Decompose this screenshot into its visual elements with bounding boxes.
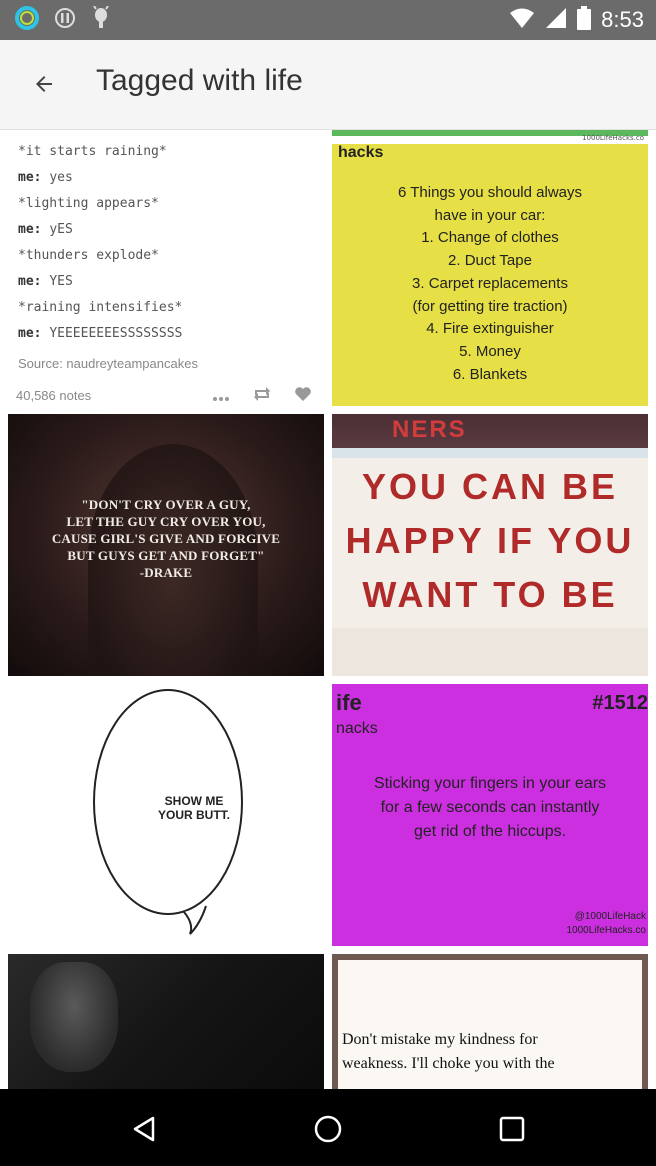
quote-line: "DON'T CRY OVER A GUY, (81, 497, 251, 512)
nav-home-button[interactable] (306, 1107, 350, 1151)
battery-icon (577, 6, 592, 34)
life-hacks-logo-sub: nacks (336, 720, 378, 737)
post-notes[interactable]: 40,586 notes (16, 388, 91, 403)
bubble-text: SHOW ME YOUR BUTT. (158, 794, 230, 822)
quote-line: CAUSE GIRL'S GIVE AND FORGIVE (51, 531, 281, 546)
sign-bottom (332, 628, 648, 676)
nav-home-icon (314, 1115, 342, 1143)
life-hacks-car-tile[interactable]: 1000LifeHacks.co hacks 6 Things you shou… (332, 130, 648, 406)
sign-top: NERS (332, 414, 648, 448)
arrow-back-icon (36, 76, 52, 92)
post-source[interactable]: Source: naudreyteampancakes (18, 356, 198, 371)
status-system: 8:53 (509, 6, 644, 34)
hack-line: get rid of the hiccups. (413, 823, 567, 840)
page-title: Tagged with life (96, 64, 303, 97)
status-notifications (14, 5, 112, 35)
quote-line: Don't mistake my kindness for (342, 1031, 538, 1048)
sky (332, 448, 648, 458)
app-bar: Tagged with life (0, 40, 656, 130)
yellow-card: hacks 6 Things you should always have in… (332, 144, 648, 406)
hack-number: #1512 (592, 692, 648, 714)
post-actions (212, 386, 312, 406)
hack-line: for a few seconds can instantly (380, 799, 600, 816)
post-line: me: yes (18, 170, 73, 185)
list-item: 4. Fire extinguisher (426, 320, 554, 338)
life-hacks-logo: hacks (338, 144, 384, 161)
sign-board: YOU CAN BE HAPPY IF YOU WANT TO BE (332, 458, 648, 628)
sign-line: HAPPY IF YOU (345, 520, 635, 561)
status-time: 8:53 (601, 7, 644, 32)
kindness-quote-tile[interactable]: Don't mistake my kindness for weakness. … (332, 954, 648, 1089)
ring-app-icon (14, 5, 40, 35)
more-icon[interactable] (212, 387, 230, 406)
hack-line: Sticking your fingers in your ears (373, 775, 607, 792)
sign-line: WANT TO BE (362, 574, 618, 615)
person-photo (30, 962, 118, 1072)
list-item: 6 Things you should always (398, 184, 582, 201)
dark-photo-tile[interactable] (8, 954, 324, 1089)
nav-recents-icon (499, 1116, 525, 1142)
navigation-bar (0, 1089, 656, 1166)
sign-top-text: NERS (392, 416, 467, 443)
hack-credit: @1000LifeHack 1000LifeHacks.co (567, 910, 647, 938)
life-hacks-logo: ife (336, 690, 362, 715)
nav-back-button[interactable] (122, 1107, 166, 1151)
post-grid: *it starts raining* me: yes *lighting ap… (0, 130, 656, 1089)
list-item: 3. Carpet replacements (412, 274, 568, 292)
life-hacks-hiccups-tile[interactable]: ife nacks #1512 Sticking your fingers in… (332, 684, 648, 946)
happy-sign-tile[interactable]: NERS YOU CAN BE HAPPY IF YOU WANT TO BE (332, 414, 648, 676)
nav-back-icon (133, 1116, 155, 1142)
back-button[interactable] (22, 62, 66, 106)
alert-icon (54, 7, 76, 33)
signal-icon (545, 7, 567, 33)
wifi-icon (509, 7, 535, 33)
post-line: *it starts raining* (18, 144, 167, 159)
credit-line: @1000LifeHack (574, 911, 646, 922)
list-item: 1. Change of clothes (421, 229, 559, 247)
credit-line: 1000LifeHacks.co (566, 925, 647, 936)
top-url: 1000LifeHacks.co (582, 134, 644, 142)
post-line: me: YEEEEEEEESSSSSSSS (18, 326, 183, 341)
quote-text: Don't mistake my kindness for weakness. … (342, 1028, 642, 1076)
post-line: me: YES (18, 274, 73, 289)
car-items-list: 6 Things you should always have in your … (332, 182, 648, 386)
list-item: 6. Blankets (452, 365, 528, 383)
list-item: 5. Money (459, 342, 521, 360)
status-bar: 8:53 (0, 0, 656, 40)
image-top-line: 1000LifeHacks.co (332, 134, 648, 144)
post-line: *raining intensifies* (18, 300, 183, 315)
speech-bubble-tile[interactable]: SHOW ME YOUR BUTT. (8, 684, 324, 946)
heart-icon[interactable] (294, 386, 312, 406)
post-line: me: yES (18, 222, 73, 237)
android-debug-icon (90, 5, 112, 34)
quote-line: -DRAKE (139, 565, 193, 580)
sign-line: YOU CAN BE (361, 466, 619, 507)
post-line: *lighting appears* (18, 196, 159, 211)
quote-line: BUT GUYS GET AND FORGET" (67, 548, 265, 563)
hack-text: Sticking your fingers in your ears for a… (332, 772, 648, 844)
quote-line: LET THE GUY CRY OVER YOU, (66, 514, 266, 529)
list-item: (for getting tire traction) (412, 297, 568, 315)
quote-text: "DON'T CRY OVER A GUY, LET THE GUY CRY O… (8, 496, 324, 581)
reblog-icon[interactable] (252, 386, 272, 406)
list-item: have in your car: (434, 206, 546, 224)
nav-recents-button[interactable] (490, 1107, 534, 1151)
post-line: *thunders explode* (18, 248, 159, 263)
drake-quote-tile[interactable]: "DON'T CRY OVER A GUY, LET THE GUY CRY O… (8, 414, 324, 676)
text-post-tile[interactable]: *it starts raining* me: yes *lighting ap… (8, 138, 324, 406)
list-item: 2. Duct Tape (448, 252, 532, 270)
quote-line: weakness. I'll choke you with the (342, 1055, 555, 1072)
